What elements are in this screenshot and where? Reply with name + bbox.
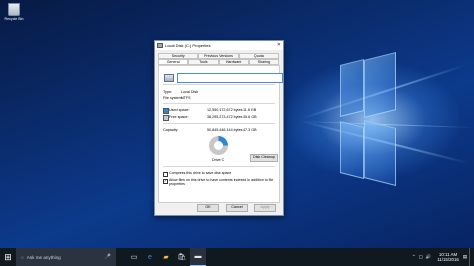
disk-cleanup-button[interactable]: Disk Cleanup: [250, 154, 278, 162]
chevron-up-icon[interactable]: ⌃: [412, 254, 416, 260]
window-logo-pane: [340, 59, 364, 117]
divider: [163, 103, 275, 104]
dialog-titlebar[interactable]: Local Disk (C:) Properties ✕: [155, 41, 283, 50]
store-icon[interactable]: 🛍: [174, 248, 190, 266]
date: 11/15/2016: [437, 257, 459, 262]
compress-checkbox[interactable]: [163, 172, 168, 177]
search-icon: ○: [21, 254, 24, 260]
window-logo-pane: [364, 120, 396, 186]
start-button[interactable]: ⊞: [0, 248, 16, 266]
recycle-bin-shortcut[interactable]: Recycle Bin: [3, 3, 25, 21]
general-panel: Type: Local Disk File system: NTFS Used …: [158, 65, 283, 203]
desktop: Recycle Bin Local Disk (C:) Properties ✕…: [0, 0, 474, 248]
tab-strip: Security Previous Versions Quota General…: [158, 53, 279, 65]
free-space-swatch: [163, 115, 169, 121]
volume-icon[interactable]: 🔊: [426, 254, 431, 260]
taskbar: ⊞ ○ Ask me anything 🎤 ▭ e ▰ 🛍 ▬ ⌃ ▢ 🔊 10…: [0, 248, 474, 266]
drive-icon: [157, 43, 163, 48]
clock[interactable]: 10:11 AM 11/15/2016: [437, 252, 459, 263]
network-icon[interactable]: ▢: [419, 254, 423, 260]
recycle-bin-label: Recycle Bin: [4, 17, 24, 21]
file-system-label: File system:: [163, 96, 183, 100]
apply-button[interactable]: Apply: [254, 204, 276, 212]
free-space-label: Free space:: [169, 115, 189, 119]
free-space-bytes: 38,295,273,472 bytes: [207, 115, 243, 119]
disk-usage-donut: [209, 136, 228, 155]
divider: [163, 166, 275, 167]
ok-button[interactable]: OK: [197, 204, 219, 212]
used-space-bytes: 12,550,172,672 bytes: [207, 108, 243, 112]
used-space-swatch: [163, 108, 169, 114]
system-tray: ⌃ ▢ 🔊 10:11 AM 11/15/2016 ▤: [412, 248, 474, 266]
type-value: Local Disk: [181, 90, 199, 94]
windows-logo-icon: ⊞: [4, 251, 12, 262]
index-checkbox[interactable]: [163, 179, 168, 184]
used-space-gb: 11.6 GB: [243, 108, 257, 112]
recycle-bin-icon: [8, 3, 20, 16]
dialog-title: Local Disk (C:) Properties: [165, 43, 211, 48]
drive-label: Drive C: [212, 158, 225, 162]
window-logo-pane: [364, 52, 396, 118]
drive-icon[interactable]: ▬: [190, 248, 206, 266]
search-box[interactable]: ○ Ask me anything 🎤: [16, 248, 116, 266]
file-system-value: NTFS: [181, 96, 191, 100]
drive-icon: [164, 74, 174, 82]
properties-dialog: Local Disk (C:) Properties ✕ Security Pr…: [154, 40, 284, 216]
window-logo-pane: [340, 121, 364, 179]
action-center-icon[interactable]: ▤: [463, 254, 467, 260]
microphone-icon[interactable]: 🎤: [105, 254, 111, 260]
divider: [163, 84, 275, 85]
file-explorer-icon[interactable]: ▰: [158, 248, 174, 266]
pinned-apps: ▭ e ▰ 🛍 ▬: [126, 248, 206, 266]
type-label: Type:: [163, 90, 173, 94]
compress-label: Compress this drive to save disk space: [169, 171, 232, 175]
capacity-label: Capacity:: [163, 128, 179, 132]
show-desktop-button[interactable]: [469, 248, 474, 266]
drive-name-input[interactable]: [177, 73, 283, 83]
close-icon[interactable]: ✕: [277, 42, 281, 48]
used-space-label: Used space:: [169, 108, 190, 112]
index-label: Allow files on this drive to have conten…: [169, 178, 274, 187]
free-space-gb: 35.6 GB: [243, 115, 257, 119]
divider: [163, 123, 275, 124]
search-placeholder: Ask me anything: [26, 254, 61, 260]
edge-icon[interactable]: e: [142, 248, 158, 266]
cancel-button[interactable]: Cancel: [226, 204, 248, 212]
capacity-gb: 47.3 GB: [243, 128, 257, 132]
task-view-icon[interactable]: ▭: [126, 248, 142, 266]
capacity-bytes: 50,845,446,144 bytes: [207, 128, 243, 132]
